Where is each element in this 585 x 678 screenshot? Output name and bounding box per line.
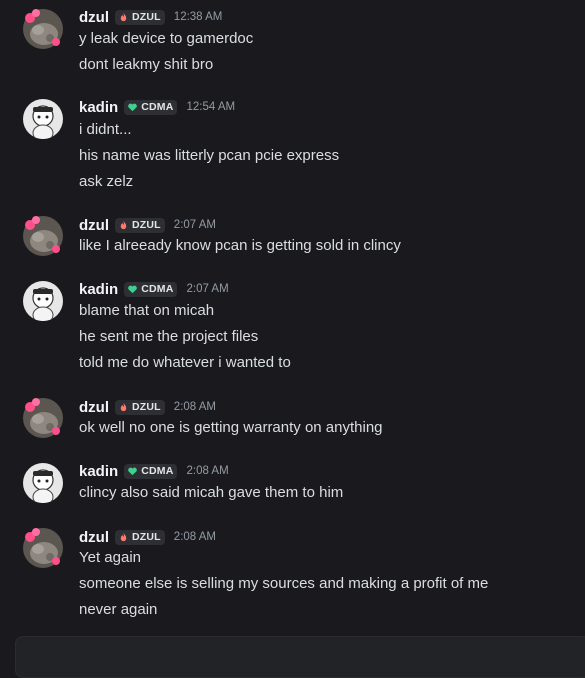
flame-icon — [120, 12, 127, 21]
username[interactable]: dzul — [79, 529, 109, 546]
avatar[interactable] — [22, 462, 64, 504]
server-tag[interactable]: CDMA — [124, 281, 178, 297]
message-header: dzul DZUL 2:07 AM — [79, 215, 216, 235]
message-header: dzul DZUL 2:08 AM — [79, 397, 216, 417]
tag-label: DZUL — [132, 11, 161, 23]
server-tag[interactable]: DZUL — [115, 399, 165, 415]
message-header: dzul DZUL 2:08 AM — [79, 527, 216, 547]
tag-label: CDMA — [141, 101, 174, 113]
message-header: kadin CDMA 12:54 AM — [79, 97, 235, 117]
tag-label: DZUL — [132, 401, 161, 413]
message-header: kadin CDMA 2:07 AM — [79, 279, 229, 299]
message-text: told me do whatever i wanted to — [79, 354, 291, 371]
server-tag[interactable]: DZUL — [115, 9, 165, 25]
heart-icon — [128, 285, 138, 293]
message-text: clincy also said micah gave them to him — [79, 484, 344, 501]
message-text: i didnt... — [79, 121, 132, 138]
username[interactable]: dzul — [79, 217, 109, 234]
message-list: dzul DZUL 12:38 AM y leak device to game… — [0, 0, 585, 652]
server-tag[interactable]: DZUL — [115, 529, 165, 545]
tag-label: DZUL — [132, 531, 161, 543]
tag-label: CDMA — [141, 283, 174, 295]
message-text: dont leakmy shit bro — [79, 56, 214, 73]
username[interactable]: dzul — [79, 9, 109, 26]
message-text: y leak device to gamerdoc — [79, 30, 254, 47]
username[interactable]: kadin — [79, 99, 118, 116]
username[interactable]: kadin — [79, 281, 118, 298]
avatar[interactable] — [22, 280, 64, 322]
timestamp[interactable]: 2:08 AM — [174, 401, 216, 413]
message-text: never again — [79, 601, 158, 618]
message-text: ok well no one is getting warranty on an… — [79, 419, 383, 436]
server-tag[interactable]: DZUL — [115, 217, 165, 233]
timestamp[interactable]: 2:07 AM — [186, 283, 228, 295]
message-text: he sent me the project files — [79, 328, 259, 345]
message-text: like I alreeady know pcan is getting sol… — [79, 237, 401, 254]
timestamp[interactable]: 12:54 AM — [186, 101, 235, 113]
message-text: someone else is selling my sources and m… — [79, 575, 489, 592]
tag-label: CDMA — [141, 465, 174, 477]
message-text: blame that on micah — [79, 302, 215, 319]
flame-icon — [120, 220, 127, 229]
server-tag[interactable]: CDMA — [124, 463, 178, 479]
heart-icon — [128, 467, 138, 475]
username[interactable]: kadin — [79, 463, 118, 480]
timestamp[interactable]: 12:38 AM — [174, 11, 223, 23]
heart-icon — [128, 103, 138, 111]
username[interactable]: dzul — [79, 399, 109, 416]
message-input[interactable] — [15, 636, 585, 678]
avatar[interactable] — [22, 215, 64, 257]
flame-icon — [120, 532, 127, 541]
message-text: Yet again — [79, 549, 142, 566]
avatar[interactable] — [22, 397, 64, 439]
avatar[interactable] — [22, 8, 64, 50]
message-text: ask zelz — [79, 173, 134, 190]
message-text: his name was litterly pcan pcie express — [79, 147, 340, 164]
tag-label: DZUL — [132, 219, 161, 231]
avatar[interactable] — [22, 98, 64, 140]
server-tag[interactable]: CDMA — [124, 99, 178, 115]
message-header: kadin CDMA 2:08 AM — [79, 461, 229, 481]
flame-icon — [120, 402, 127, 411]
avatar[interactable] — [22, 527, 64, 569]
timestamp[interactable]: 2:08 AM — [174, 531, 216, 543]
timestamp[interactable]: 2:07 AM — [174, 219, 216, 231]
message-header: dzul DZUL 12:38 AM — [79, 7, 222, 27]
timestamp[interactable]: 2:08 AM — [186, 465, 228, 477]
